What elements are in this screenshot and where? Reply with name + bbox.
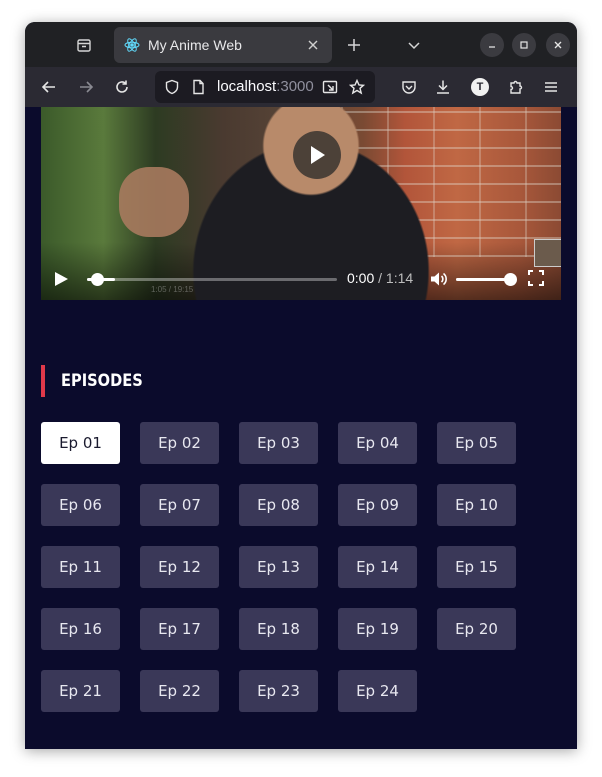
video-frame-hand [119,167,189,237]
extensions-puzzle-icon[interactable] [504,75,528,99]
video-controls: 0:00 / 1:14 [41,257,561,300]
url-text: localhost:3000 [217,78,317,95]
episode-button[interactable]: Ep 09 [338,484,417,526]
new-tab-plus-icon[interactable] [343,34,365,56]
react-favicon-icon [124,37,140,53]
episode-button[interactable]: Ep 22 [140,670,219,712]
tab-overview-icon[interactable] [73,34,95,56]
volume-handle[interactable] [504,273,517,286]
episode-button[interactable]: Ep 05 [437,422,516,464]
forward-arrow-icon[interactable] [74,75,98,99]
list-all-tabs-chevron-down-icon[interactable] [403,34,425,56]
episode-button[interactable]: Ep 11 [41,546,120,588]
episode-button[interactable]: Ep 07 [140,484,219,526]
seek-handle[interactable] [91,273,104,286]
episode-button[interactable]: Ep 15 [437,546,516,588]
back-arrow-icon[interactable] [37,75,61,99]
episode-button[interactable]: Ep 16 [41,608,120,650]
picture-in-picture-icon[interactable] [321,78,339,96]
episode-button[interactable]: Ep 12 [140,546,219,588]
page-content: 1:05 / 19:15 0:00 / 1:14 EPISODES Ep 01 … [25,107,577,749]
fullscreen-icon[interactable] [528,270,546,288]
minimize-window-icon[interactable] [480,33,504,57]
episode-button[interactable]: Ep 10 [437,484,516,526]
episode-button[interactable]: Ep 24 [338,670,417,712]
page-info-icon[interactable] [189,78,207,96]
shield-icon[interactable] [163,78,181,96]
seek-slider[interactable] [87,273,337,286]
tab-title: My Anime Web [148,37,242,53]
volume-slider[interactable] [456,273,517,286]
volume-icon[interactable] [429,270,447,288]
url-host: localhost [217,78,277,95]
current-time: 0:00 [347,270,375,286]
time-separator: / [374,270,386,286]
url-bar[interactable]: localhost:3000 [155,71,375,103]
url-port: :3000 [276,78,314,95]
episode-button[interactable]: Ep 21 [41,670,120,712]
episode-button[interactable]: Ep 08 [239,484,318,526]
heading-accent-bar [41,365,45,397]
episodes-heading: EPISODES [41,365,156,397]
episode-button[interactable]: Ep 06 [41,484,120,526]
tab-my-anime-web[interactable]: My Anime Web [114,27,332,63]
episode-button[interactable]: Ep 23 [239,670,318,712]
time-display: 0:00 / 1:14 [347,270,413,286]
navigation-bar: localhost:3000 T [25,67,577,107]
volume-level [456,278,510,281]
hamburger-menu-icon[interactable] [539,75,563,99]
episode-button[interactable]: Ep 13 [239,546,318,588]
episode-button-active[interactable]: Ep 01 [41,422,120,464]
downloads-icon[interactable] [431,75,455,99]
episode-button[interactable]: Ep 14 [338,546,417,588]
bookmark-star-icon[interactable] [348,78,366,96]
episode-button[interactable]: Ep 18 [239,608,318,650]
episodes-title: EPISODES [61,371,143,391]
episode-button[interactable]: Ep 19 [338,608,417,650]
episode-button[interactable]: Ep 02 [140,422,219,464]
account-avatar[interactable]: T [471,78,489,96]
play-icon[interactable] [53,271,69,287]
episode-button[interactable]: Ep 17 [140,608,219,650]
pocket-icon[interactable] [397,75,421,99]
close-tab-icon[interactable] [304,36,322,54]
episode-button[interactable]: Ep 04 [338,422,417,464]
episode-button[interactable]: Ep 20 [437,608,516,650]
browser-window: My Anime Web localhost:3000 T 1:05 / 19:… [25,22,577,749]
maximize-window-icon[interactable] [512,33,536,57]
video-player[interactable]: 1:05 / 19:15 0:00 / 1:14 [41,107,561,300]
tab-bar: My Anime Web [25,22,577,67]
episode-grid: Ep 01 Ep 02 Ep 03 Ep 04 Ep 05 Ep 06 Ep 07 Ep 08… [41,422,541,712]
duration: 1:14 [385,270,414,286]
episode-button[interactable]: Ep 03 [239,422,318,464]
big-play-icon[interactable] [293,131,341,179]
close-window-icon[interactable] [546,33,570,57]
reload-icon[interactable] [110,75,134,99]
